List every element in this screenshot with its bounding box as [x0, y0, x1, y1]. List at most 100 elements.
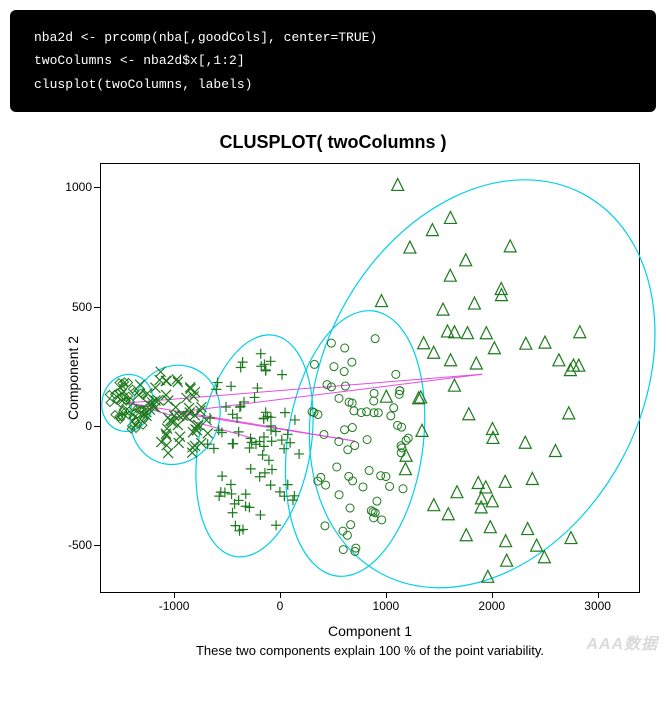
- point-plus: [277, 370, 287, 380]
- y-tick-mark: [94, 545, 100, 546]
- point-x: [163, 448, 173, 458]
- point-plus: [209, 444, 219, 454]
- point-circle: [402, 437, 410, 445]
- point-triangle: [445, 354, 457, 366]
- point-triangle: [522, 523, 534, 535]
- point-triangle: [399, 463, 411, 475]
- point-triangle: [574, 326, 586, 338]
- point-plus: [288, 495, 298, 505]
- point-x: [168, 418, 178, 428]
- point-circle: [350, 407, 358, 415]
- point-plus: [238, 357, 248, 367]
- point-triangle: [444, 269, 456, 281]
- point-triangle: [487, 432, 499, 444]
- point-plus: [267, 436, 277, 446]
- cluster-ellipse: [241, 120, 666, 649]
- point-circle: [322, 481, 330, 489]
- point-circle: [335, 491, 343, 499]
- point-circle: [359, 483, 367, 491]
- point-circle: [392, 371, 400, 379]
- point-triangle: [486, 495, 498, 507]
- x-tick-label: 2000: [478, 599, 505, 613]
- point-circle: [341, 344, 349, 352]
- y-tick-mark: [94, 187, 100, 188]
- point-x: [195, 406, 205, 416]
- point-x: [203, 428, 213, 438]
- code-line: clusplot(twoColumns, labels): [34, 77, 252, 92]
- point-x: [135, 380, 145, 390]
- point-circle: [348, 424, 356, 432]
- point-triangle: [553, 354, 565, 366]
- point-triangle: [549, 445, 561, 457]
- x-tick-mark: [598, 592, 599, 598]
- y-tick-mark: [94, 426, 100, 427]
- code-block: nba2d <- prcomp(nba[,goodCols], center=T…: [10, 10, 656, 112]
- point-circle: [390, 404, 398, 412]
- point-circle: [310, 361, 318, 369]
- point-circle: [340, 368, 348, 376]
- point-plus: [217, 471, 227, 481]
- point-circle: [365, 467, 373, 475]
- point-circle: [399, 485, 407, 493]
- point-circle: [373, 497, 381, 505]
- point-triangle: [437, 303, 449, 315]
- point-circle: [333, 463, 341, 471]
- point-triangle: [375, 295, 387, 307]
- point-triangle: [400, 449, 412, 461]
- point-triangle: [565, 532, 577, 544]
- point-triangle: [531, 539, 543, 551]
- point-triangle: [461, 327, 473, 339]
- cluster-ellipse: [269, 302, 440, 586]
- point-triangle: [504, 240, 516, 252]
- x-tick-label: 0: [277, 599, 284, 613]
- point-triangle: [470, 357, 482, 369]
- point-circle: [370, 390, 378, 398]
- point-plus: [256, 349, 266, 359]
- point-plus: [259, 432, 269, 442]
- point-circle: [348, 358, 356, 366]
- code-line: twoColumns <- nba2d$x[,1:2]: [34, 53, 245, 68]
- y-axis-label: Component 2: [65, 336, 81, 420]
- point-plus: [294, 449, 304, 459]
- plot-wrap: Component 2 Component 1 These two compon…: [100, 163, 640, 658]
- point-plus: [226, 480, 236, 490]
- point-circle: [341, 382, 349, 390]
- point-circle: [339, 546, 347, 554]
- point-circle: [386, 483, 394, 491]
- point-circle: [370, 397, 378, 405]
- point-plus: [221, 402, 231, 412]
- point-circle: [341, 426, 349, 434]
- point-circle: [371, 335, 379, 343]
- x-tick-mark: [174, 592, 175, 598]
- point-plus: [227, 489, 237, 499]
- point-plus: [266, 480, 276, 490]
- x-tick-label: -1000: [159, 599, 190, 613]
- y-tick-label: 1000: [42, 180, 92, 194]
- point-triangle: [448, 379, 460, 391]
- point-triangle: [519, 436, 531, 448]
- point-plus: [271, 520, 281, 530]
- point-circle: [370, 514, 378, 522]
- point-triangle: [520, 337, 532, 349]
- point-circle: [387, 412, 395, 420]
- point-triangle: [475, 501, 487, 513]
- point-triangle: [488, 342, 500, 354]
- point-plus: [275, 487, 285, 497]
- point-plus: [205, 413, 215, 423]
- point-triangle: [460, 529, 472, 541]
- point-circle: [378, 516, 386, 524]
- point-plus: [261, 407, 271, 417]
- plot-svg: [101, 164, 639, 592]
- point-triangle: [484, 521, 496, 533]
- point-plus: [280, 408, 290, 418]
- point-triangle: [416, 425, 428, 437]
- point-x: [175, 432, 185, 442]
- y-tick-mark: [94, 307, 100, 308]
- y-tick-label: 500: [42, 300, 92, 314]
- point-plus: [250, 393, 260, 403]
- point-triangle: [480, 327, 492, 339]
- point-circle: [363, 436, 371, 444]
- point-triangle: [468, 297, 480, 309]
- point-circle: [346, 504, 354, 512]
- point-triangle: [418, 337, 430, 349]
